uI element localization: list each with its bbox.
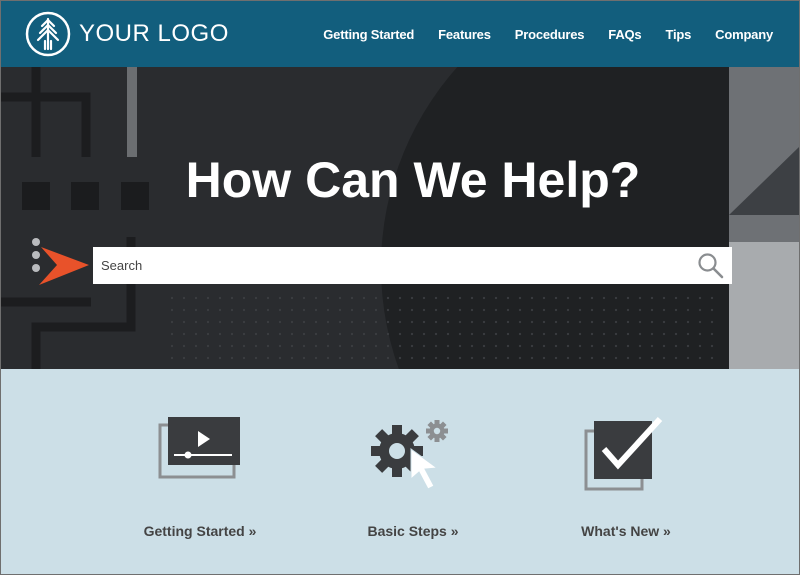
nav-tips[interactable]: Tips xyxy=(665,27,691,42)
card-getting-started[interactable]: Getting Started » xyxy=(100,369,300,574)
page-frame: YOUR LOGO Getting Started Features Proce… xyxy=(0,0,800,575)
top-header: YOUR LOGO Getting Started Features Proce… xyxy=(1,1,799,67)
nav-company[interactable]: Company xyxy=(715,27,773,42)
hero-background-graphic xyxy=(1,67,799,369)
checkbox-icon xyxy=(584,416,663,491)
search-input[interactable] xyxy=(93,247,683,284)
logo[interactable]: YOUR LOGO xyxy=(25,10,229,58)
nav-faqs[interactable]: FAQs xyxy=(608,27,641,42)
video-player-icon xyxy=(158,417,240,479)
card-label-getting-started[interactable]: Getting Started » xyxy=(100,523,300,539)
card-whats-new[interactable]: What's New » xyxy=(526,369,726,574)
card-label-whats-new[interactable]: What's New » xyxy=(526,523,726,539)
main-nav: Getting Started Features Procedures FAQs… xyxy=(299,1,773,67)
hero-title: How Can We Help? xyxy=(185,152,641,208)
nav-procedures[interactable]: Procedures xyxy=(515,27,585,42)
tree-logo-icon xyxy=(25,11,71,57)
search-box xyxy=(93,247,732,284)
card-basic-steps[interactable]: Basic Steps » xyxy=(313,369,513,574)
logo-text: YOUR LOGO xyxy=(79,20,229,47)
card-label-basic-steps[interactable]: Basic Steps » xyxy=(313,523,513,539)
hero-banner: How Can We Help? xyxy=(1,67,799,369)
search-icon[interactable] xyxy=(697,252,724,279)
nav-features[interactable]: Features xyxy=(438,27,491,42)
nav-getting-started[interactable]: Getting Started xyxy=(323,27,414,42)
quick-links-section: Getting Started » Basic Steps » What's N… xyxy=(1,369,799,574)
gear-cursor-icon xyxy=(371,420,448,490)
pointer-arrow-icon xyxy=(32,238,89,285)
